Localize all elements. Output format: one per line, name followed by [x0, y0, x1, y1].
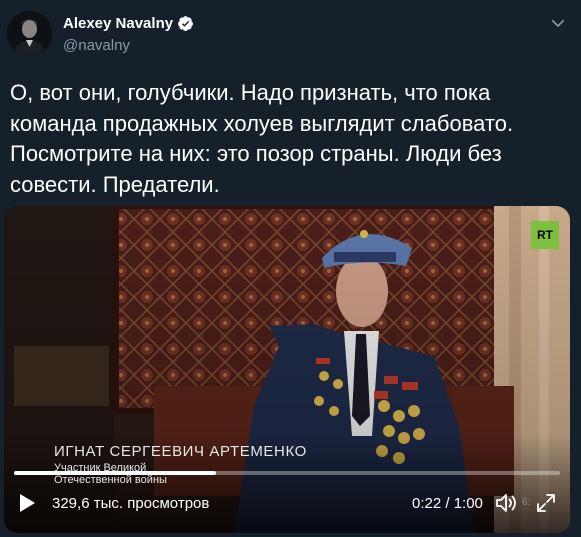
rt-logo: RT [531, 221, 559, 249]
video-player[interactable]: RT ИГНАТ СЕРГЕЕВИЧ АРТЕМЕНКО Участник Ве… [4, 206, 570, 533]
video-controls: 329,6 тыс. просмотров 0:22 / 1:00 6: [4, 481, 570, 521]
verified-badge-icon [178, 16, 194, 31]
video-time: 0:22 / 1:00 [412, 495, 483, 512]
author-name-row: Alexey Navalny [63, 15, 194, 32]
fullscreen-icon[interactable] [536, 493, 556, 513]
tweet-text: О, вот они, голубчики. Надо признать, чт… [10, 80, 514, 197]
video-progress-bar[interactable] [14, 471, 560, 475]
tweet-card: Alexey Navalny @navalny О, вот они, голу… [0, 0, 581, 537]
person-avatar-icon [7, 11, 52, 56]
video-caption-name: ИГНАТ СЕРГЕЕВИЧ АРТЕМЕНКО [54, 443, 307, 460]
chevron-down-icon[interactable] [549, 14, 567, 32]
author-handle[interactable]: @navalny [63, 37, 130, 54]
volume-icon[interactable] [494, 492, 518, 514]
play-icon[interactable] [18, 493, 36, 513]
video-progress-fill [14, 471, 217, 475]
author-avatar[interactable] [7, 11, 52, 56]
view-count: 329,6 тыс. просмотров [52, 495, 210, 512]
author-name[interactable]: Alexey Navalny [63, 15, 173, 32]
playback-speed-label: 6: [522, 497, 531, 508]
